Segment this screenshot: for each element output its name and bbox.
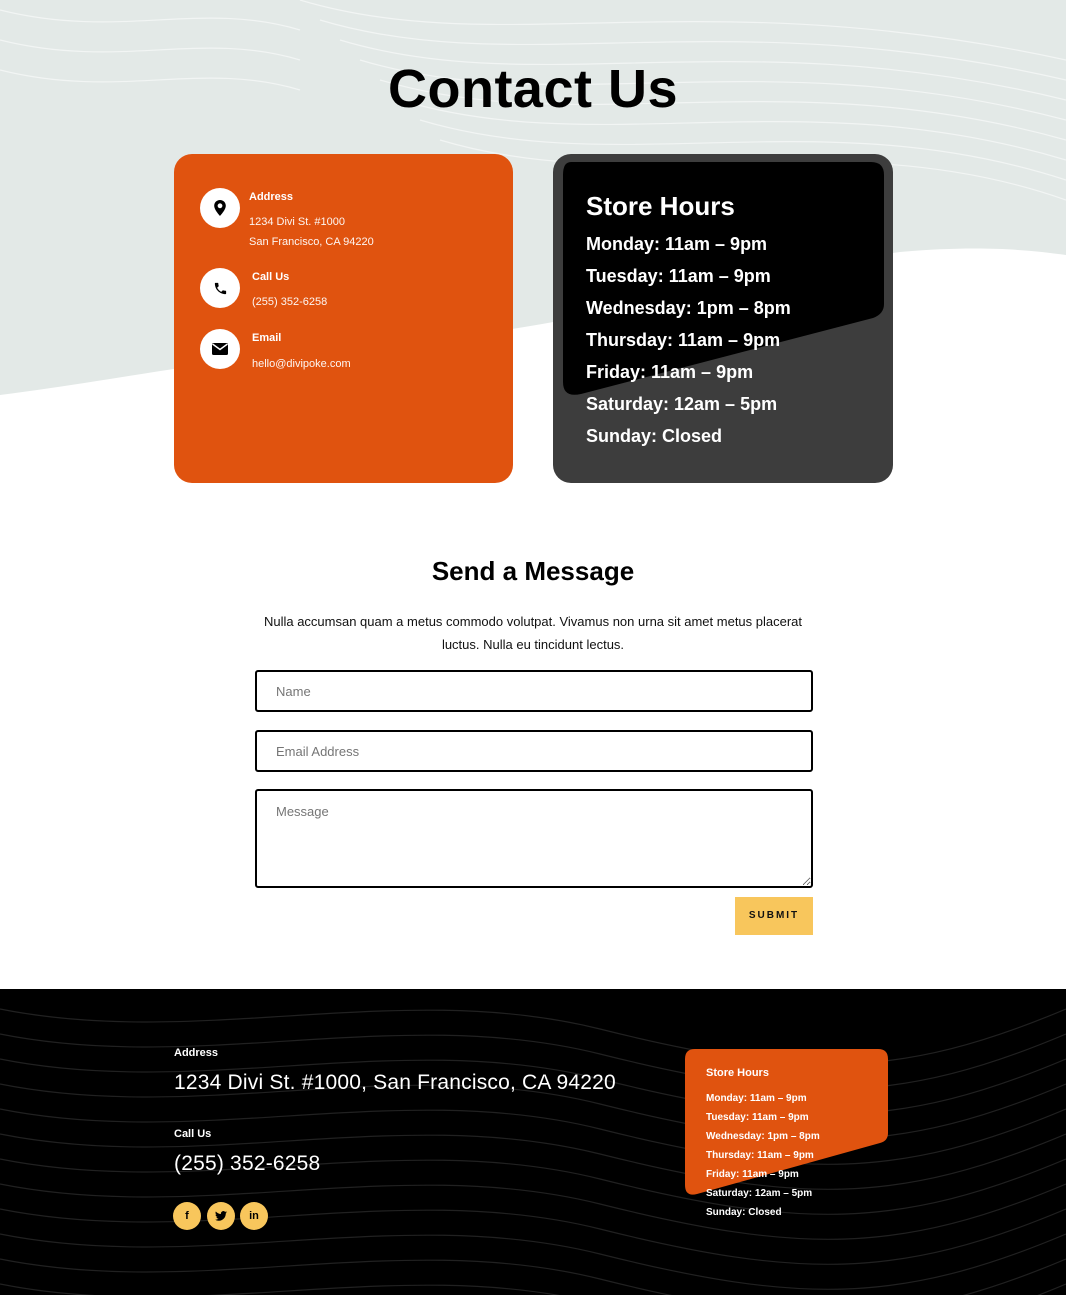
page-title: Contact Us [387,59,679,119]
email-link[interactable]: hello@divipoke.com [252,354,351,374]
linkedin-icon[interactable]: in [240,1202,268,1230]
footer-hours-item: Sunday: Closed [706,1207,782,1218]
footer-hours-item: Wednesday: 1pm – 8pm [706,1131,820,1142]
store-hours-card: Store Hours Monday: 11am – 9pm Tuesday: … [553,154,893,483]
email-input[interactable] [255,730,813,772]
footer-store-hours-list: Monday: 11am – 9pm Tuesday: 11am – 9pm W… [706,1092,820,1225]
contact-info-card: Address 1234 Divi St. #1000 San Francisc… [174,154,513,483]
footer-store-hours-title: Store Hours [706,1067,769,1079]
hours-item: Monday: 11am – 9pm [586,234,768,254]
hours-item: Sunday: Closed [586,426,723,446]
footer-address-label: Address [174,1047,219,1059]
hero-section: Contact Us [0,0,1066,500]
store-hours-list: Monday: 11am – 9pm Tuesday: 11am – 9pm W… [586,230,791,454]
hours-item: Wednesday: 1pm – 8pm [586,298,791,318]
footer-phone[interactable]: (255) 352-6258 [174,1152,320,1176]
message-textarea[interactable] [255,789,813,888]
footer-wave-lines-background [0,1008,1066,1295]
hours-item: Friday: 11am – 9pm [586,362,754,382]
address-line-2: San Francisco, CA 94220 [249,236,374,248]
footer-hours-item: Tuesday: 11am – 9pm [706,1112,809,1123]
store-hours-title: Store Hours [586,191,735,221]
phone-number-link[interactable]: (255) 352-6258 [252,292,327,312]
envelope-icon [200,329,240,369]
name-input[interactable] [255,670,813,712]
facebook-icon[interactable]: f [173,1202,201,1230]
phone-label: Call Us [252,271,290,283]
address-label: Address [249,191,294,203]
hours-item: Tuesday: 11am – 9pm [586,266,771,286]
footer-hours-item: Saturday: 12am – 5pm [706,1188,813,1199]
twitter-icon[interactable] [207,1202,235,1230]
address-line-1: 1234 Divi St. #1000 [249,216,346,228]
phone-icon [200,268,240,308]
footer: Address 1234 Divi St. #1000, San Francis… [0,989,1066,1295]
footer-address: 1234 Divi St. #1000, San Francisco, CA 9… [174,1071,616,1094]
hours-item: Thursday: 11am – 9pm [586,330,781,350]
submit-button[interactable]: SUBMIT [735,897,813,935]
footer-hours-item: Thursday: 11am – 9pm [706,1150,814,1161]
hours-item: Saturday: 12am – 5pm [586,394,778,414]
map-pin-icon [200,188,240,228]
send-message-title: Send a Message [431,556,635,586]
footer-hours-item: Monday: 11am – 9pm [706,1093,807,1104]
email-label: Email [252,332,282,344]
footer-phone-label: Call Us [174,1128,212,1140]
footer-hours-item: Friday: 11am – 9pm [706,1169,799,1180]
send-message-description: Nulla accumsan quam a metus commodo volu… [263,614,803,652]
